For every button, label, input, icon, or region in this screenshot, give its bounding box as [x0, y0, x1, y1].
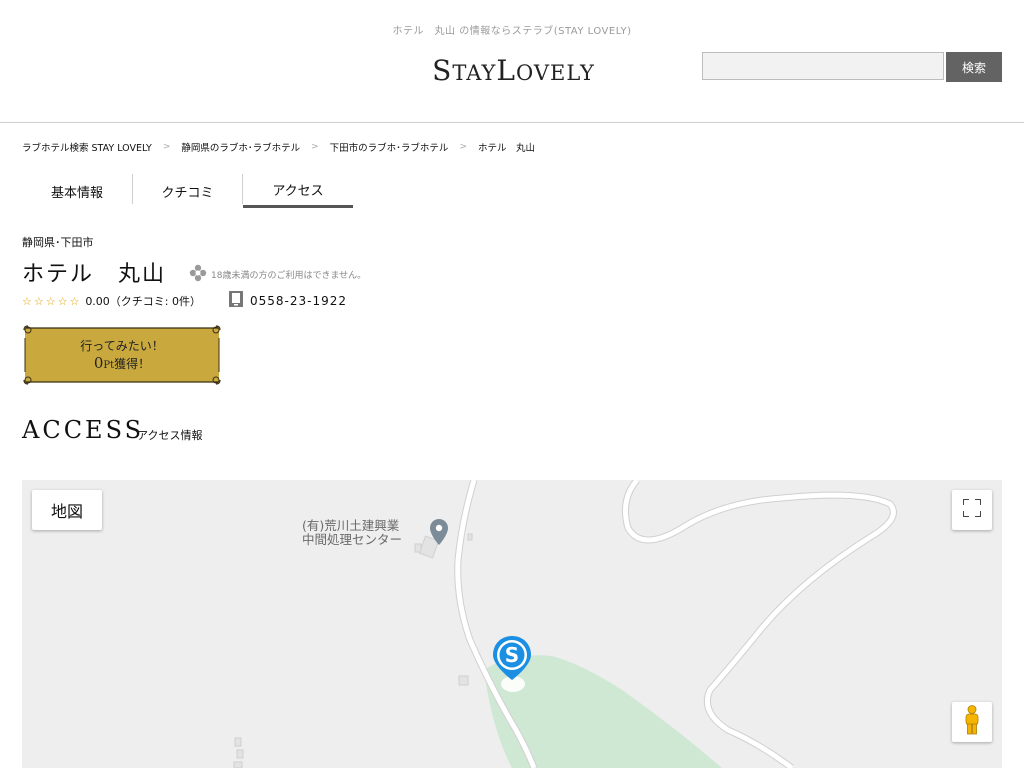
want-to-go-text: 行ってみたい！ 0Pt獲得！	[22, 338, 222, 374]
access-heading: ACCESS	[22, 416, 145, 444]
points-suffix: 獲得！	[114, 357, 151, 371]
breadcrumb-separator: >	[311, 142, 319, 152]
access-subheading: アクセス情報	[137, 429, 203, 442]
map-type-button[interactable]: 地図	[32, 490, 102, 530]
breadcrumb-item-home[interactable]: ラブホテル検索 STAY LOVELY	[22, 140, 152, 154]
breadcrumb: ラブホテル検索 STAY LOVELY > 静岡県のラブホ･ラブホテル > 下田…	[22, 140, 535, 154]
tab-basic-info[interactable]: 基本情報	[22, 174, 132, 208]
tab-reviews[interactable]: クチコミ	[133, 174, 242, 208]
map-canvas	[233, 480, 897, 768]
logo-letter-s: S	[432, 54, 453, 87]
svg-text:S: S	[505, 643, 519, 667]
want-to-go-label: 行ってみたい！	[80, 339, 164, 353]
poi-pin-icon[interactable]	[430, 519, 448, 545]
age-restriction-icon	[188, 263, 208, 283]
rating-stars: ☆☆☆☆☆	[22, 294, 82, 308]
phone-icon	[228, 291, 244, 307]
map[interactable]: (有)荒川土建興業 中間処理センター S 地図	[22, 480, 1002, 768]
site-logo[interactable]: STAYLOVELY	[406, 54, 621, 87]
points-value: 0	[93, 354, 104, 372]
age-restriction-note: 18歳未満の方のご利用はできません。	[211, 271, 367, 281]
phone-number[interactable]: 0558-23-1922	[250, 294, 347, 308]
fullscreen-icon	[962, 498, 982, 521]
rating-text: 0.00（クチコミ: 0件）	[85, 295, 202, 308]
points-unit: Pt	[103, 360, 115, 371]
breadcrumb-item-prefecture[interactable]: 静岡県のラブホ･ラブホテル	[181, 140, 300, 154]
pegman-icon	[964, 705, 980, 739]
breadcrumb-separator: >	[162, 142, 171, 152]
want-to-go-points: 0Pt獲得！	[22, 355, 222, 374]
breadcrumb-item-city[interactable]: 下田市のラブホ･ラブホテル	[330, 140, 449, 154]
search-input[interactable]	[702, 52, 944, 80]
logo-letters-ovely: OVELY	[516, 61, 595, 85]
poi-label: (有)荒川土建興業 中間処理センター	[302, 518, 403, 547]
breadcrumb-separator: >	[459, 142, 467, 152]
site-tagline: ホテル 丸山 の情報ならステラブ(STAY LOVELY)	[392, 26, 632, 37]
rating: ☆☆☆☆☆ 0.00（クチコミ: 0件）	[22, 293, 201, 309]
fullscreen-button[interactable]	[952, 490, 992, 530]
header-divider	[0, 122, 1024, 123]
hotel-location: 静岡県･下田市	[22, 236, 94, 249]
breadcrumb-item-current: ホテル 丸山	[477, 143, 535, 154]
hotel-name: ホテル 丸山	[22, 262, 167, 287]
logo-letter-l: L	[496, 54, 516, 87]
logo-letters-tay: TAY	[452, 61, 497, 85]
want-to-go-button[interactable]: 行ってみたい！ 0Pt獲得！	[22, 324, 222, 386]
tab-access[interactable]: アクセス	[243, 174, 353, 208]
street-view-button[interactable]	[952, 702, 992, 742]
hotel-marker-icon[interactable]: S	[492, 636, 532, 692]
search-button[interactable]: 検索	[946, 52, 1002, 82]
